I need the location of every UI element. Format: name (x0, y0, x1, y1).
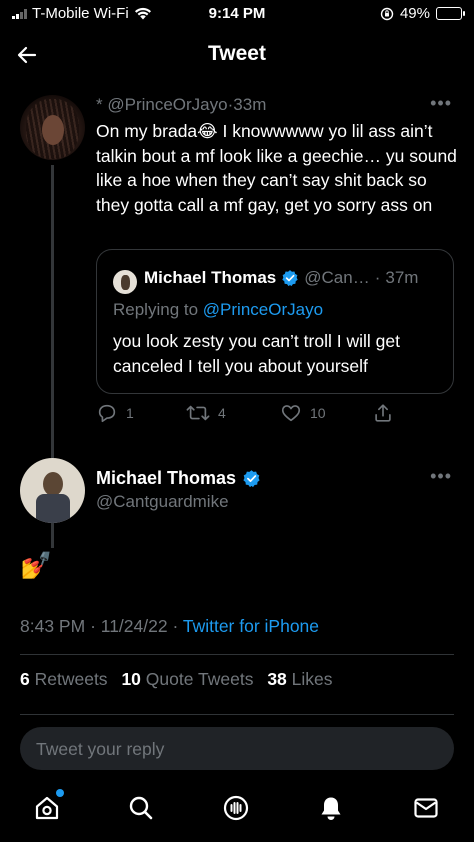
share-icon (375, 404, 391, 422)
orientation-lock-icon (380, 7, 394, 20)
home-icon (35, 796, 59, 820)
nav-bar: Tweet (0, 30, 474, 80)
search-icon (129, 796, 153, 820)
quoted-tweet[interactable]: Michael Thomas @Can… · 37m Replying to @… (96, 249, 454, 394)
spaces-icon (223, 795, 249, 821)
tab-messages[interactable] (411, 793, 441, 823)
reply-button[interactable]: 1 (96, 402, 134, 424)
quoted-tweet-header: Michael Thomas @Can… · 37m (144, 268, 418, 288)
quote-author-handle: @Can… (304, 268, 370, 287)
status-bar: T-Mobile Wi-Fi 9:14 PM 49% (0, 0, 474, 30)
separator: · (374, 268, 381, 287)
quoted-tweet-text: you look zesty you can’t troll I will ge… (113, 331, 400, 376)
reply-placeholder: Tweet your reply (36, 739, 165, 759)
avatar-figure-body (36, 494, 70, 523)
tweet-time: 8:43 PM (20, 616, 86, 636)
parent-tweet-header: * @PrinceOrJayo·33m (96, 95, 266, 115)
verified-badge-icon (243, 470, 260, 488)
author-handle[interactable]: @Cantguardmike (96, 492, 229, 512)
notifications-icon (321, 797, 341, 820)
tweet-timestamp: 8:43 PM · 11/24/22 · Twitter for iPhone (20, 616, 319, 637)
page-title: Tweet (208, 42, 266, 65)
battery-percent: 49% (399, 5, 430, 22)
replying-to-label: Replying to (113, 300, 199, 319)
reply-icon (98, 404, 116, 423)
prefix: * (96, 95, 103, 114)
divider (20, 714, 454, 715)
likes-stat[interactable]: 38 Likes (267, 669, 332, 689)
like-button[interactable]: 10 (280, 402, 326, 424)
retweet-button[interactable]: 4 (186, 402, 226, 424)
tab-spaces[interactable] (221, 793, 251, 823)
tweet-text: 💅 (20, 550, 53, 580)
separator: · (90, 616, 96, 636)
divider (20, 654, 454, 655)
reply-count: 1 (126, 405, 134, 421)
quote-time: 37m (385, 268, 419, 287)
status-right-group: 49% (380, 5, 465, 22)
author-name-text: Michael Thomas (96, 468, 237, 488)
tab-search[interactable] (126, 793, 156, 823)
avatar-figure-head (43, 472, 63, 496)
heart-icon (281, 405, 301, 422)
author-name[interactable]: Michael Thomas (96, 468, 261, 489)
verified-badge-icon (282, 270, 298, 287)
quote-author-name: Michael Thomas (144, 268, 277, 287)
messages-icon (414, 798, 438, 818)
tweet-stats: 6 Retweets 10 Quote Tweets 38 Likes (20, 669, 342, 690)
replying-to-handle[interactable]: @PrinceOrJayo (203, 300, 323, 319)
tab-bar (0, 785, 474, 842)
more-icon[interactable]: ••• (430, 466, 452, 487)
parent-time: 33m (233, 95, 267, 114)
replying-to: Replying to @PrinceOrJayo (113, 300, 323, 320)
tweet-date: 11/24/22 (100, 616, 168, 636)
battery-icon (436, 7, 465, 20)
notification-dot (56, 789, 64, 797)
separator: · (172, 616, 179, 636)
tab-home[interactable] (32, 789, 64, 823)
tweet-source-link[interactable]: Twitter for iPhone (183, 616, 319, 636)
retweets-stat[interactable]: 6 Retweets (20, 669, 108, 689)
avatar (113, 270, 137, 294)
retweet-icon (186, 405, 210, 421)
avatar[interactable] (20, 458, 85, 523)
like-count: 10 (310, 405, 326, 421)
more-icon[interactable]: ••• (430, 93, 452, 114)
tweet-actions: 1 4 10 (96, 402, 416, 426)
reply-input[interactable]: Tweet your reply (20, 727, 454, 770)
tab-notifications[interactable] (316, 793, 346, 823)
parent-handle[interactable]: @PrinceOrJayo (107, 95, 227, 114)
parent-tweet-text: On my brada😂 I knowwwww yo lil ass ain’t… (96, 121, 457, 215)
quote-tweets-stat[interactable]: 10 Quote Tweets (121, 669, 253, 689)
share-button[interactable] (372, 402, 394, 424)
retweet-count: 4 (218, 405, 226, 421)
avatar[interactable] (20, 95, 85, 160)
